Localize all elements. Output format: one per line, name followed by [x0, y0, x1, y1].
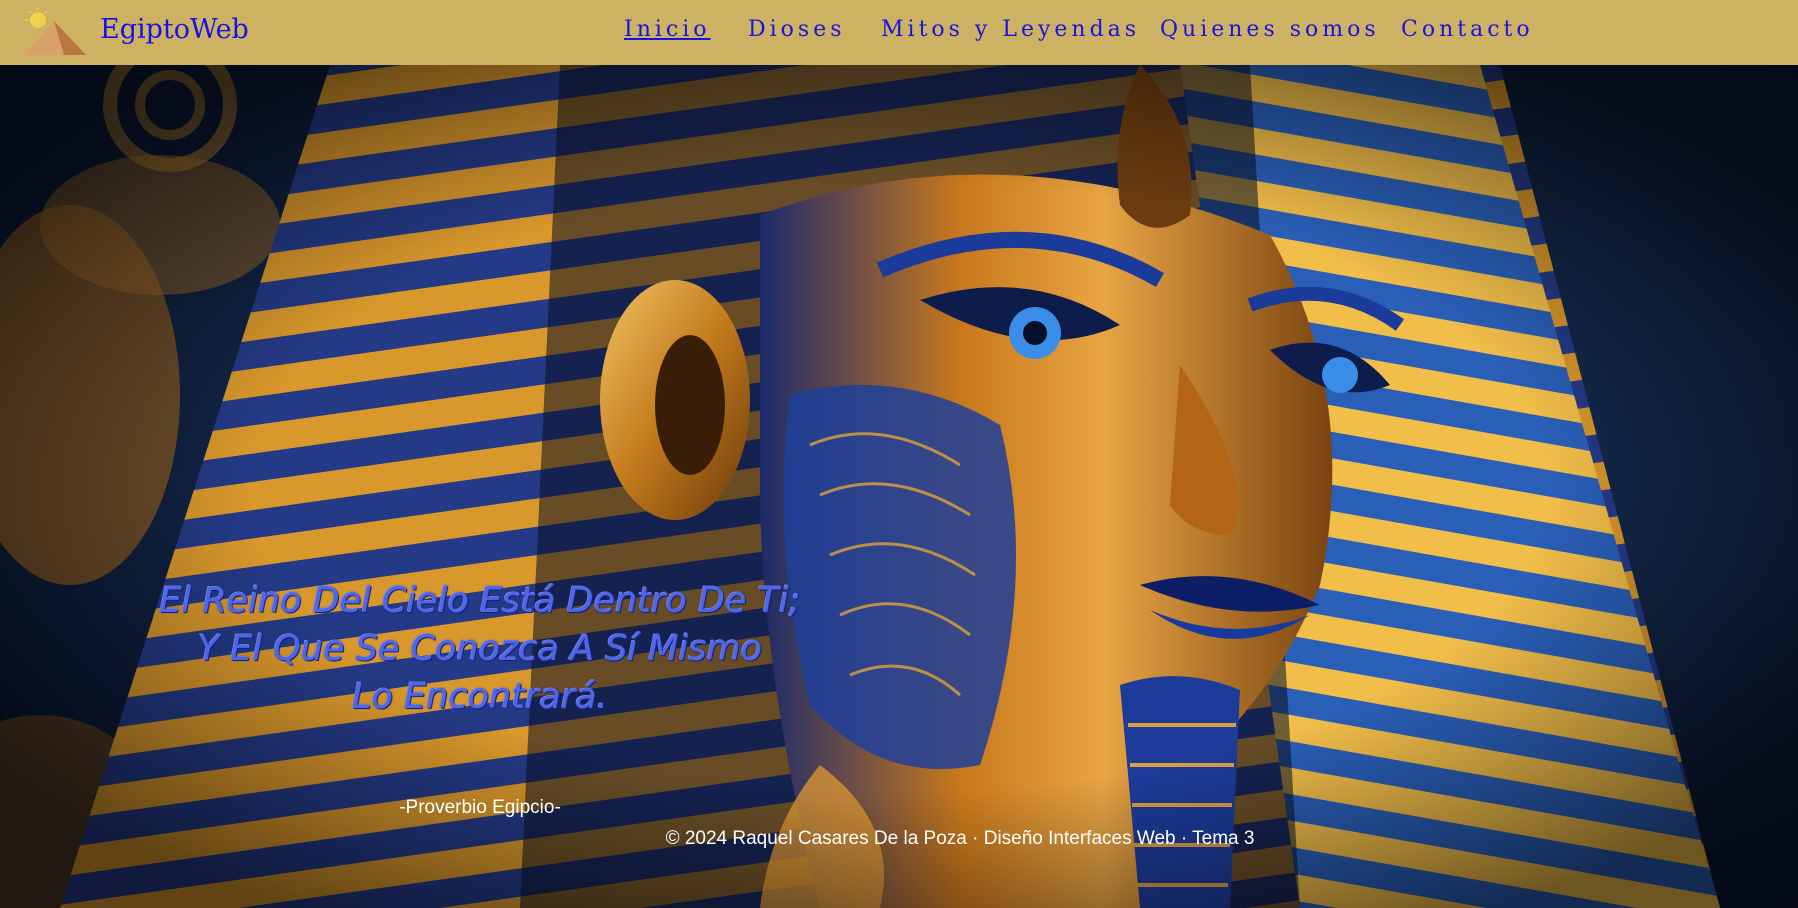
quote-author: -Proverbio Egipcio-: [399, 797, 561, 818]
quote-line-2: Y El Que Se Conozca A Sí Mismo: [197, 629, 763, 669]
nav-item-mitos-y-leyendas[interactable]: Mitos y Leyendas: [881, 17, 1140, 42]
nav-item-dioses[interactable]: Dioses: [748, 17, 846, 42]
top-navigation-bar: EgiptoWeb Inicio Dioses Mitos y Leyendas…: [0, 0, 1798, 65]
footer-copyright: © 2024 Raquel Casares De la Poza · Diseñ…: [665, 828, 1255, 849]
quote-line-1: El Reino Del Cielo Está Dentro De Ti;: [159, 581, 801, 621]
main-nav: Inicio Dioses Mitos y Leyendas Quienes s…: [0, 17, 1798, 51]
pharaoh-mask-image: [0, 65, 1798, 908]
nav-item-contacto[interactable]: Contacto: [1401, 17, 1534, 42]
nav-item-inicio[interactable]: Inicio: [624, 17, 711, 42]
hero-section: El Reino Del Cielo Está Dentro De Ti; Y …: [0, 65, 1798, 908]
hero-quote: El Reino Del Cielo Está Dentro De Ti; Y …: [110, 577, 850, 721]
nav-item-quienes-somos[interactable]: Quienes somos: [1160, 17, 1380, 42]
quote-line-3: Lo Encontrará.: [352, 677, 608, 717]
